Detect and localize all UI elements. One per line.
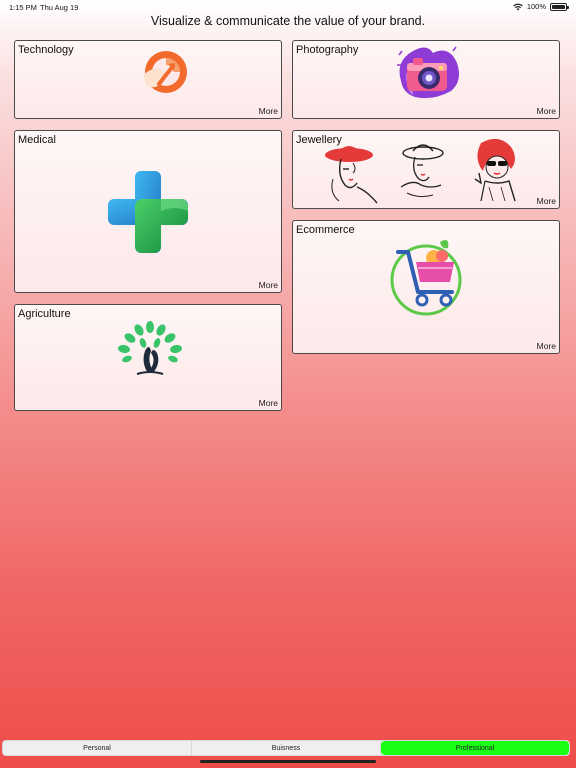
card-title: Medical — [18, 134, 56, 146]
card-photography[interactable]: Photography More — [292, 40, 560, 119]
card-title: Agriculture — [18, 308, 71, 320]
lady-hat-icon — [400, 144, 444, 198]
tab-personal[interactable]: Personal — [3, 741, 192, 755]
page-headline: Visualize & communicate the value of you… — [150, 14, 426, 28]
lady-hat-icon — [325, 146, 378, 204]
status-date: Thu Aug 19 — [40, 3, 79, 12]
battery-percent: 100% — [526, 2, 546, 11]
card-jewellery[interactable]: Jewellery More — [292, 130, 560, 209]
segmented-tab-bar: Personal Buisness Professional — [2, 740, 570, 756]
card-more-link[interactable]: More — [259, 106, 278, 116]
card-ecommerce[interactable]: Ecommerce More — [292, 220, 560, 354]
tab-business[interactable]: Buisness — [192, 741, 381, 755]
card-more-link[interactable]: More — [537, 341, 556, 351]
home-indicator[interactable] — [200, 760, 376, 763]
tab-professional[interactable]: Professional — [381, 741, 569, 755]
card-more-link[interactable]: More — [537, 106, 556, 116]
status-bar: 1:15 PM Thu Aug 19 100% — [0, 0, 576, 14]
lady-hat-icon — [474, 138, 516, 202]
card-more-link[interactable]: More — [259, 280, 278, 290]
card-medical[interactable]: Medical More — [14, 130, 282, 293]
card-technology[interactable]: Technology More — [14, 40, 282, 119]
status-time: 1:15 PM — [9, 3, 37, 12]
card-title: Photography — [296, 44, 359, 56]
card-more-link[interactable]: More — [537, 196, 556, 206]
shopping-cart-icon — [390, 240, 462, 316]
card-title: Technology — [18, 44, 74, 56]
tree-leaf-icon — [118, 321, 182, 375]
card-title: Ecommerce — [296, 224, 355, 236]
camera-logo-icon — [397, 46, 459, 99]
card-more-link[interactable]: More — [259, 398, 278, 408]
technology-logo-icon — [143, 51, 187, 93]
battery-icon — [550, 2, 569, 11]
wifi-icon — [513, 3, 523, 10]
medical-cross-icon — [108, 171, 188, 253]
status-right: 100% — [513, 2, 569, 11]
card-agriculture[interactable]: Agriculture More — [14, 304, 282, 411]
